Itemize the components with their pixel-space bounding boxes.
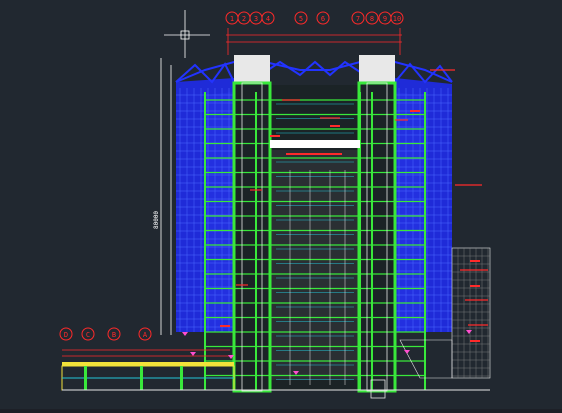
annotation-tag bbox=[330, 125, 340, 127]
grid-bubble-label: 3 bbox=[254, 15, 258, 23]
grid-bubble-label: C bbox=[86, 331, 90, 339]
grid-bubble-label: 4 bbox=[266, 15, 270, 23]
right-facade-inner bbox=[395, 92, 425, 330]
grid-bubble-label: 5 bbox=[299, 15, 303, 23]
grid-bubble-label: 7 bbox=[356, 15, 360, 23]
podium-column-1 bbox=[84, 366, 87, 390]
core-top-left bbox=[234, 55, 270, 83]
right-facade bbox=[395, 78, 452, 332]
podium-slab bbox=[62, 362, 234, 366]
height-dimension-label: 80000 bbox=[153, 211, 160, 229]
grid-bubble-label: 6 bbox=[321, 15, 325, 23]
grid-bubble-label: D bbox=[64, 331, 68, 339]
grid-bubble-label: 1 bbox=[230, 15, 234, 23]
grid-bubble-label: 10 bbox=[393, 15, 401, 23]
annotation-tag bbox=[270, 135, 280, 137]
annotation-tag bbox=[410, 110, 420, 112]
atrium-red-strip bbox=[286, 153, 342, 155]
annotation-tag bbox=[470, 340, 480, 342]
annotation-tag bbox=[470, 260, 480, 262]
grid-bubble-label: 8 bbox=[370, 15, 374, 23]
annotation-tag bbox=[220, 325, 230, 327]
central-atrium bbox=[270, 150, 360, 380]
atrium-ceiling-band bbox=[270, 140, 360, 148]
podium-column-2 bbox=[140, 366, 143, 390]
grid-bubble-label: 9 bbox=[383, 15, 387, 23]
left-facade-inner bbox=[205, 92, 234, 330]
grid-bubble-label: 2 bbox=[242, 15, 246, 23]
core-top-right bbox=[359, 55, 395, 83]
annotation-tag bbox=[470, 285, 480, 287]
grid-bubble-label: B bbox=[112, 331, 116, 339]
podium-column-3 bbox=[180, 366, 183, 390]
cad-viewport[interactable]: 1 2 3 4 5 6 7 8 9 10 80000 DCBA bbox=[0, 0, 562, 409]
building-section-drawing: 1 2 3 4 5 6 7 8 9 10 80000 DCBA bbox=[0, 0, 562, 409]
